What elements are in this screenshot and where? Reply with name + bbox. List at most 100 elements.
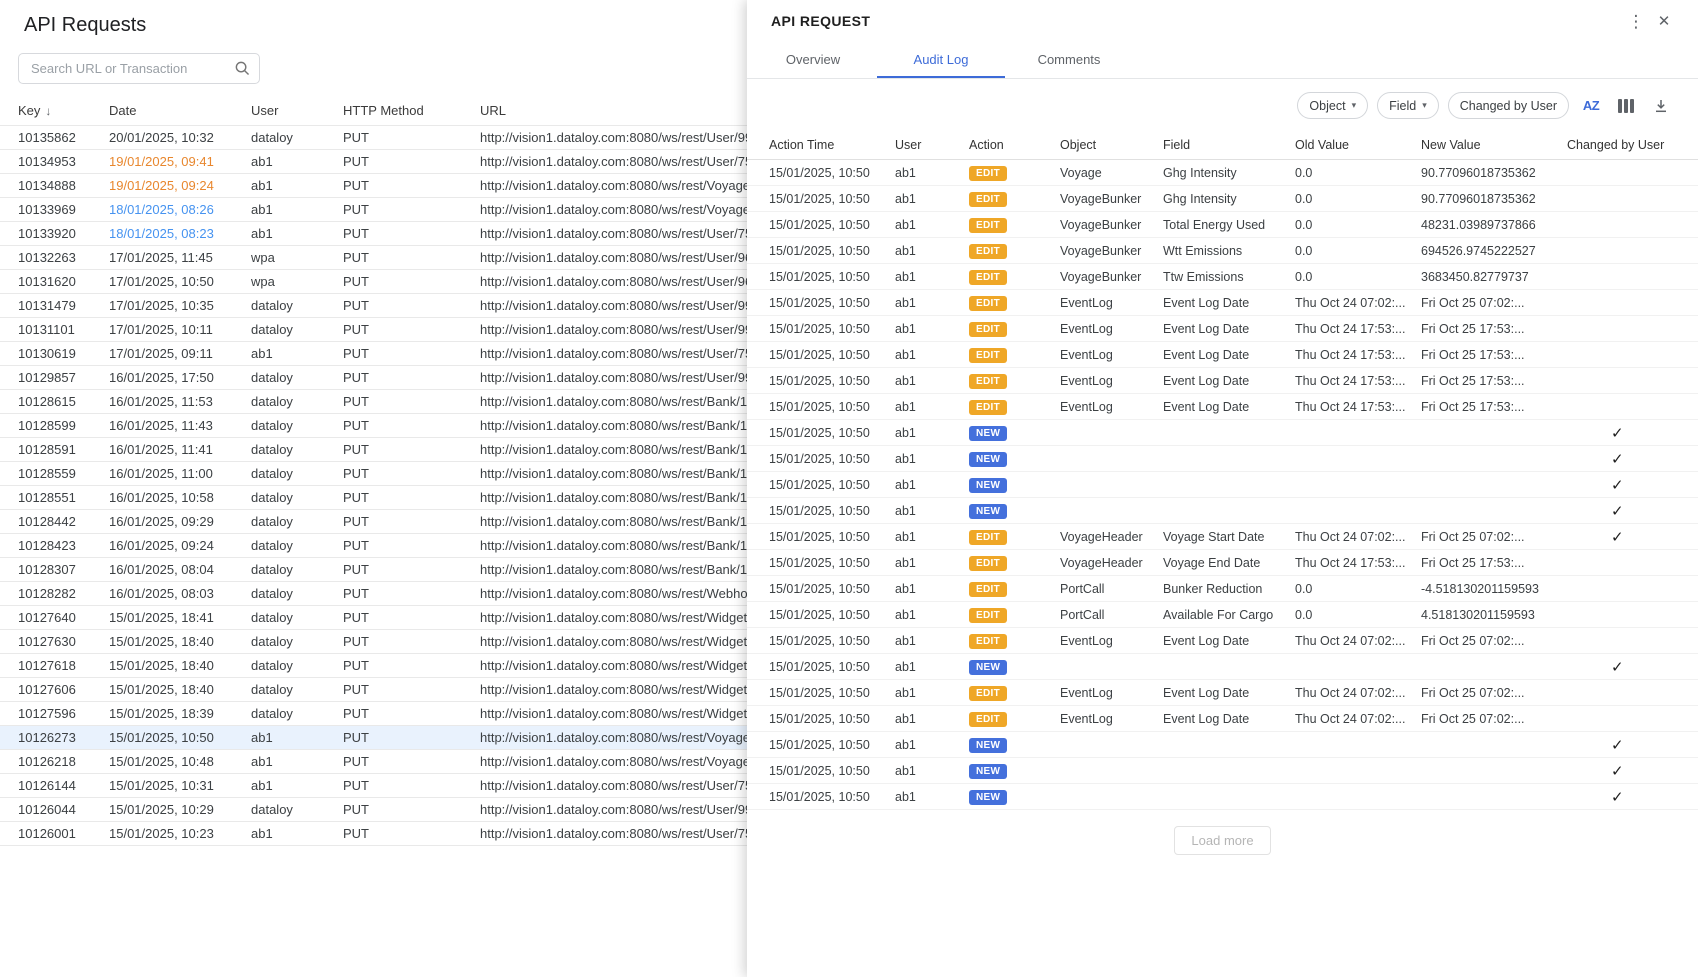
audit-log-row[interactable]: 15/01/2025, 10:50ab1EDITVoyageHeaderVoya… xyxy=(747,550,1698,576)
audit-log-row[interactable]: 15/01/2025, 10:50ab1EDITEventLogEvent Lo… xyxy=(747,394,1698,420)
column-header-date[interactable]: Date xyxy=(109,103,251,118)
audit-log-row[interactable]: 15/01/2025, 10:50ab1EDITVoyageHeaderVoya… xyxy=(747,524,1698,550)
column-header-changed-by-user[interactable]: Changed by User xyxy=(1567,138,1698,152)
checkmark-icon: ✓ xyxy=(1611,789,1624,806)
cell-date: 15/01/2025, 10:23 xyxy=(109,826,251,841)
cell-key: 10126218 xyxy=(18,754,109,769)
audit-log-row[interactable]: 15/01/2025, 10:50ab1EDITPortCallAvailabl… xyxy=(747,602,1698,628)
audit-log-row[interactable]: 15/01/2025, 10:50ab1NEW✓ xyxy=(747,758,1698,784)
audit-log-row[interactable]: 15/01/2025, 10:50ab1NEW✓ xyxy=(747,732,1698,758)
column-header-action[interactable]: Action xyxy=(969,138,1060,152)
cell-new-value: 90.77096018735362 xyxy=(1421,166,1567,180)
audit-log-row[interactable]: 15/01/2025, 10:50ab1EDITEventLogEvent Lo… xyxy=(747,706,1698,732)
cell-user: wpa xyxy=(251,274,343,289)
cell-action: EDIT xyxy=(969,243,1060,259)
more-options-button[interactable]: ⋮ xyxy=(1622,7,1650,35)
cell-http-method: PUT xyxy=(343,370,480,385)
cell-key: 10126273 xyxy=(18,730,109,745)
cell-field: Event Log Date xyxy=(1163,348,1295,362)
tab-overview[interactable]: Overview xyxy=(749,42,877,78)
audit-log-row[interactable]: 15/01/2025, 10:50ab1EDITVoyageBunkerTtw … xyxy=(747,264,1698,290)
search-icon[interactable] xyxy=(234,60,251,77)
action-badge: EDIT xyxy=(969,582,1007,597)
column-header-old-value[interactable]: Old Value xyxy=(1295,138,1421,152)
tab-comments[interactable]: Comments xyxy=(1005,42,1133,78)
audit-log-row[interactable]: 15/01/2025, 10:50ab1EDITVoyageGhg Intens… xyxy=(747,160,1698,186)
audit-log-row[interactable]: 15/01/2025, 10:50ab1EDITEventLogEvent Lo… xyxy=(747,342,1698,368)
cell-object: EventLog xyxy=(1060,374,1163,388)
object-filter-dropdown[interactable]: Object ▾ xyxy=(1297,92,1368,119)
cell-user: ab1 xyxy=(895,790,969,804)
load-more-container: Load more xyxy=(747,826,1698,855)
cell-object: VoyageBunker xyxy=(1060,218,1163,232)
audit-log-row[interactable]: 15/01/2025, 10:50ab1EDITEventLogEvent Lo… xyxy=(747,628,1698,654)
changed-by-user-filter-button[interactable]: Changed by User xyxy=(1448,92,1569,119)
audit-log-row[interactable]: 15/01/2025, 10:50ab1EDITVoyageBunkerGhg … xyxy=(747,186,1698,212)
audit-log-row[interactable]: 15/01/2025, 10:50ab1NEW✓ xyxy=(747,472,1698,498)
cell-user: ab1 xyxy=(895,296,969,310)
cell-key: 10128559 xyxy=(18,466,109,481)
audit-log-row[interactable]: 15/01/2025, 10:50ab1NEW✓ xyxy=(747,498,1698,524)
audit-log-row[interactable]: 15/01/2025, 10:50ab1EDITEventLogEvent Lo… xyxy=(747,368,1698,394)
cell-action: EDIT xyxy=(969,607,1060,623)
cell-user: ab1 xyxy=(895,348,969,362)
cell-action: EDIT xyxy=(969,347,1060,363)
cell-old-value: 0.0 xyxy=(1295,166,1421,180)
cell-http-method: PUT xyxy=(343,514,480,529)
audit-log-row[interactable]: 15/01/2025, 10:50ab1NEW✓ xyxy=(747,784,1698,810)
audit-log-row[interactable]: 15/01/2025, 10:50ab1EDITEventLogEvent Lo… xyxy=(747,290,1698,316)
cell-action-time: 15/01/2025, 10:50 xyxy=(769,582,895,596)
sort-alpha-button[interactable]: AZ xyxy=(1578,93,1604,119)
cell-field: Event Log Date xyxy=(1163,374,1295,388)
cell-action-time: 15/01/2025, 10:50 xyxy=(769,426,895,440)
column-header-user[interactable]: User xyxy=(895,138,969,152)
load-more-button[interactable]: Load more xyxy=(1174,826,1270,855)
cell-action-time: 15/01/2025, 10:50 xyxy=(769,634,895,648)
audit-log-row[interactable]: 15/01/2025, 10:50ab1NEW✓ xyxy=(747,446,1698,472)
cell-action-time: 15/01/2025, 10:50 xyxy=(769,244,895,258)
audit-log-row[interactable]: 15/01/2025, 10:50ab1EDITVoyageBunkerWtt … xyxy=(747,238,1698,264)
audit-log-row[interactable]: 15/01/2025, 10:50ab1EDITEventLogEvent Lo… xyxy=(747,316,1698,342)
tab-audit-log[interactable]: Audit Log xyxy=(877,42,1005,78)
cell-old-value: Thu Oct 24 17:53:... xyxy=(1295,556,1421,570)
audit-log-row[interactable]: 15/01/2025, 10:50ab1EDITVoyageBunkerTota… xyxy=(747,212,1698,238)
column-header-object[interactable]: Object xyxy=(1060,138,1163,152)
cell-user: dataloy xyxy=(251,370,343,385)
audit-log-row[interactable]: 15/01/2025, 10:50ab1EDITEventLogEvent Lo… xyxy=(747,680,1698,706)
field-filter-dropdown[interactable]: Field ▾ xyxy=(1377,92,1439,119)
cell-action-time: 15/01/2025, 10:50 xyxy=(769,608,895,622)
columns-button[interactable] xyxy=(1613,93,1639,119)
column-header-http-method[interactable]: HTTP Method xyxy=(343,103,480,118)
download-button[interactable] xyxy=(1648,93,1674,119)
checkmark-icon: ✓ xyxy=(1611,763,1624,780)
cell-old-value: Thu Oct 24 17:53:... xyxy=(1295,400,1421,414)
column-header-action-time[interactable]: Action Time xyxy=(769,138,895,152)
cell-changed-by-user: ✓ xyxy=(1567,450,1698,468)
cell-date: 17/01/2025, 11:45 xyxy=(109,250,251,265)
cell-action-time: 15/01/2025, 10:50 xyxy=(769,556,895,570)
cell-user: ab1 xyxy=(895,608,969,622)
audit-log-row[interactable]: 15/01/2025, 10:50ab1EDITPortCallBunker R… xyxy=(747,576,1698,602)
cell-action-time: 15/01/2025, 10:50 xyxy=(769,192,895,206)
cell-new-value: Fri Oct 25 17:53:... xyxy=(1421,556,1567,570)
cell-http-method: PUT xyxy=(343,130,480,145)
cell-action: EDIT xyxy=(969,581,1060,597)
column-header-key[interactable]: Key ↓ xyxy=(18,103,109,118)
action-badge: EDIT xyxy=(969,634,1007,649)
cell-user: dataloy xyxy=(251,586,343,601)
column-header-new-value[interactable]: New Value xyxy=(1421,138,1567,152)
column-header-field[interactable]: Field xyxy=(1163,138,1295,152)
cell-user: ab1 xyxy=(895,686,969,700)
cell-key: 10135862 xyxy=(18,130,109,145)
audit-log-row[interactable]: 15/01/2025, 10:50ab1NEW✓ xyxy=(747,654,1698,680)
cell-new-value: Fri Oct 25 17:53:... xyxy=(1421,400,1567,414)
cell-date: 15/01/2025, 10:31 xyxy=(109,778,251,793)
audit-log-row[interactable]: 15/01/2025, 10:50ab1NEW✓ xyxy=(747,420,1698,446)
close-button[interactable]: ✕ xyxy=(1650,7,1678,35)
cell-date: 16/01/2025, 08:04 xyxy=(109,562,251,577)
column-header-user[interactable]: User xyxy=(251,103,343,118)
cell-user: ab1 xyxy=(251,778,343,793)
cell-new-value: Fri Oct 25 17:53:... xyxy=(1421,322,1567,336)
search-input[interactable] xyxy=(19,54,234,83)
checkmark-icon: ✓ xyxy=(1611,659,1624,676)
